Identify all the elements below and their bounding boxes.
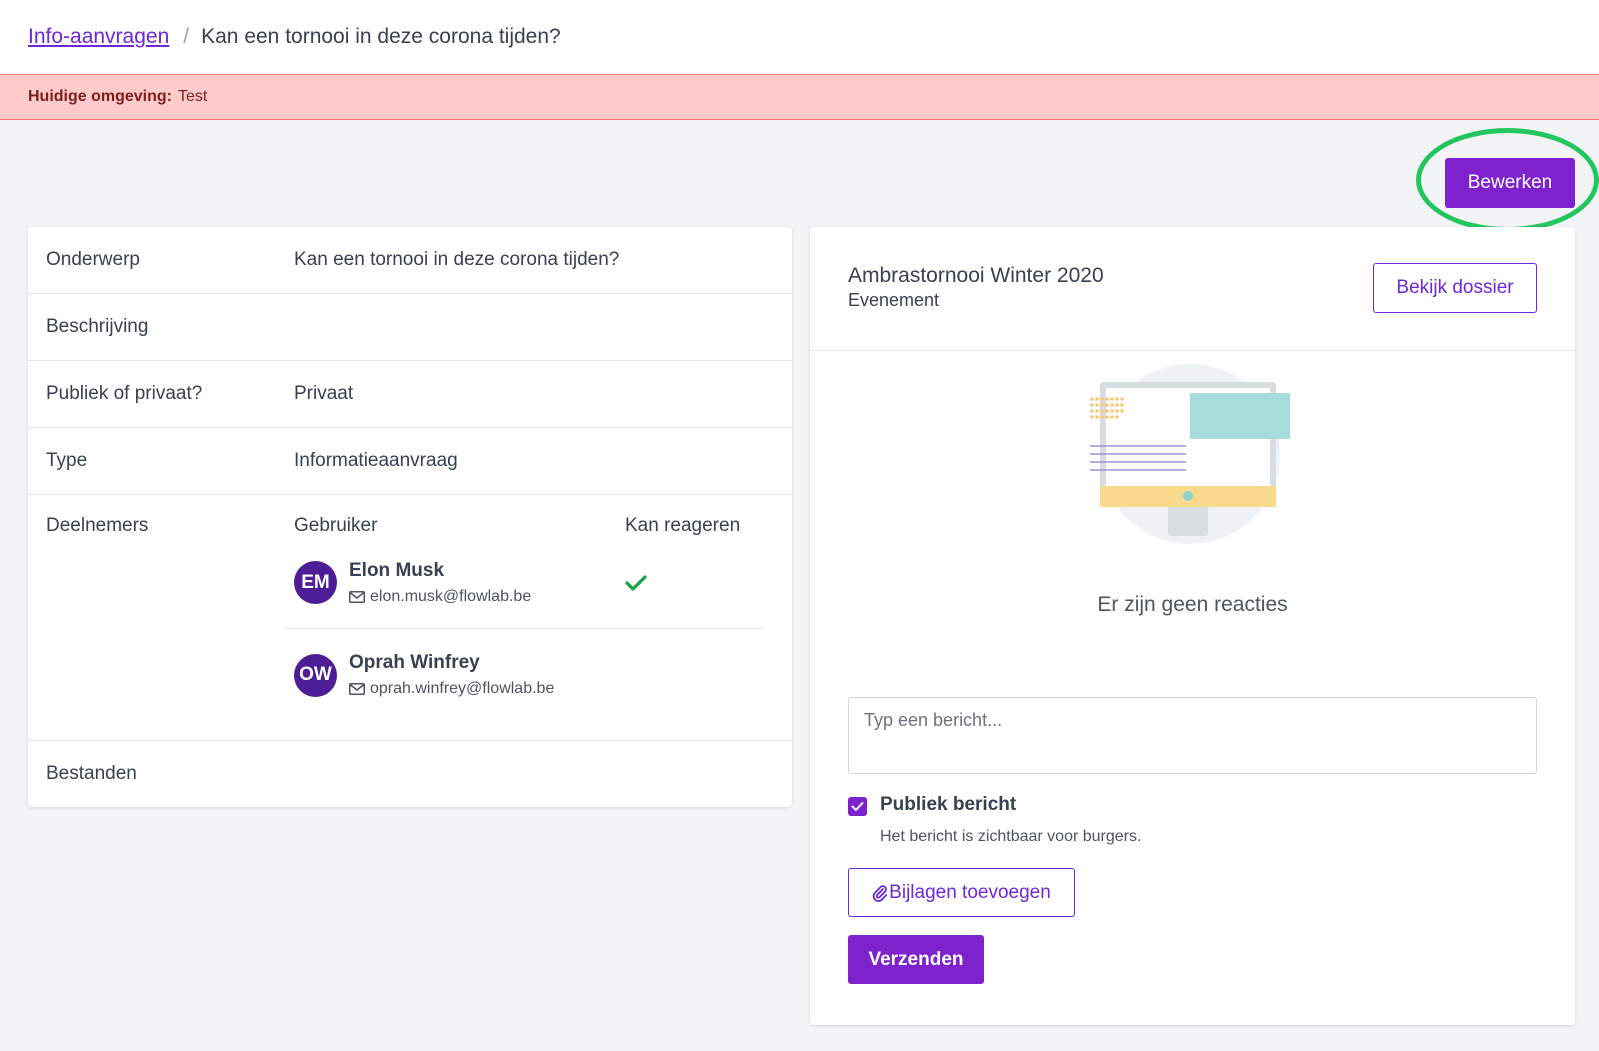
environment-value: Test bbox=[178, 88, 208, 105]
checkbox-checked-icon bbox=[851, 802, 864, 811]
view-dossier-button[interactable]: Bekijk dossier bbox=[1373, 263, 1537, 313]
edit-button[interactable]: Bewerken bbox=[1445, 158, 1575, 208]
participant-name: Oprah Winfrey bbox=[349, 652, 480, 673]
dossier-header: Ambrastornooi Winter 2020 Evenement Beki… bbox=[810, 227, 1575, 351]
dossier-title: Ambrastornooi Winter 2020 bbox=[848, 264, 1104, 287]
details-row-participants: Deelnemers Gebruiker Kan reageren EM Elo… bbox=[28, 495, 792, 741]
participants-table: Gebruiker Kan reageren EM Elon Musk elon… bbox=[284, 515, 774, 740]
breadcrumb-link-info-aanvragen[interactable]: Info-aanvragen bbox=[28, 25, 169, 49]
dossier-subtitle: Evenement bbox=[848, 290, 940, 310]
participant-email: oprah.winfrey@flowlab.be bbox=[349, 680, 625, 698]
send-button[interactable]: Verzenden bbox=[848, 935, 984, 984]
participant-row: OW Oprah Winfrey oprah.winfrey@flowlab.b… bbox=[294, 629, 774, 721]
details-row-type: Type Informatieaanvraag bbox=[28, 428, 792, 495]
participant-email: elon.musk@flowlab.be bbox=[349, 588, 625, 606]
conversation-card: Ambrastornooi Winter 2020 Evenement Beki… bbox=[810, 227, 1575, 1025]
mail-icon bbox=[349, 590, 365, 603]
visibility-value: Privaat bbox=[294, 383, 354, 404]
details-row-visibility: Publiek of privaat? Privaat bbox=[28, 361, 792, 428]
mail-icon bbox=[349, 683, 365, 695]
participants-header: Gebruiker Kan reageren bbox=[294, 515, 774, 537]
type-label: Type bbox=[46, 450, 88, 471]
public-message-help: Het bericht is zichtbaar voor burgers. bbox=[880, 828, 1142, 845]
type-value: Informatieaanvraag bbox=[294, 450, 458, 471]
empty-reactions-text: Er zijn geen reacties bbox=[1097, 593, 1288, 616]
details-row-files: Bestanden bbox=[28, 741, 792, 807]
column-header-can-react: Kan reageren bbox=[625, 515, 741, 536]
visibility-label: Publiek of privaat? bbox=[46, 383, 203, 404]
participant-name: Elon Musk bbox=[349, 559, 445, 581]
environment-label: Huidige omgeving: bbox=[28, 88, 172, 105]
public-message-label: Publiek bericht bbox=[880, 794, 1017, 815]
avatar: OW bbox=[294, 653, 337, 697]
participant-row: EM Elon Musk elon.musk@flowlab.be bbox=[284, 537, 764, 629]
message-input[interactable] bbox=[848, 697, 1537, 774]
description-label: Beschrijving bbox=[46, 316, 149, 337]
files-label: Bestanden bbox=[46, 763, 137, 784]
participant-email-text: oprah.winfrey@flowlab.be bbox=[370, 680, 555, 697]
check-icon bbox=[625, 574, 647, 591]
participants-label: Deelnemers bbox=[46, 515, 149, 536]
subject-label: Onderwerp bbox=[46, 249, 140, 270]
add-attachments-button[interactable]: Bijlagen toevoegen bbox=[848, 868, 1075, 917]
paperclip-icon bbox=[872, 884, 888, 902]
empty-state-illustration bbox=[1090, 364, 1290, 544]
page-title: Kan een tornooi in deze corona tijden? bbox=[201, 25, 561, 48]
avatar: EM bbox=[294, 561, 337, 604]
breadcrumb: Info-aanvragen / Kan een tornooi in deze… bbox=[0, 0, 1599, 74]
details-card: Onderwerp Kan een tornooi in deze corona… bbox=[28, 227, 792, 807]
column-header-user: Gebruiker bbox=[294, 515, 378, 536]
breadcrumb-separator: / bbox=[183, 25, 190, 48]
participant-email-text: elon.musk@flowlab.be bbox=[370, 587, 532, 605]
details-row-description: Beschrijving bbox=[28, 294, 792, 361]
add-attachments-label: Bijlagen toevoegen bbox=[889, 881, 1051, 903]
subject-value: Kan een tornooi in deze corona tijden? bbox=[294, 249, 620, 270]
public-message-checkbox[interactable] bbox=[848, 797, 867, 816]
details-row-subject: Onderwerp Kan een tornooi in deze corona… bbox=[28, 227, 792, 294]
environment-banner: Huidige omgeving: Test bbox=[0, 74, 1599, 120]
